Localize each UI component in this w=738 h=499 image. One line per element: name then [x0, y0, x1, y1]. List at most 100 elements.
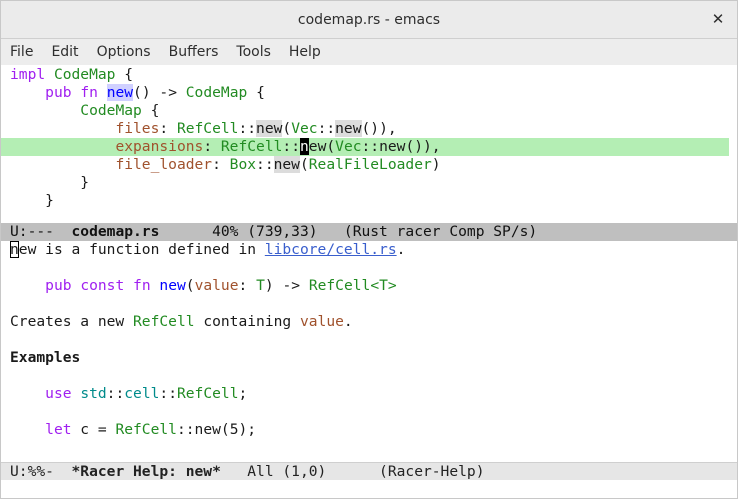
- menu-file[interactable]: File: [1, 39, 42, 65]
- code-text: ()),: [405, 138, 441, 155]
- type-name: RefCell: [133, 313, 195, 330]
- text-cursor: n: [299, 138, 309, 155]
- type-name: Vec: [335, 138, 362, 155]
- code-text: {: [115, 66, 134, 83]
- help-text: ;: [238, 385, 248, 402]
- type-name: RefCell: [115, 421, 177, 438]
- help-text: ::: [176, 421, 195, 438]
- code-text: :: [203, 138, 221, 155]
- help-line: Creates a new RefCell containing value.: [1, 313, 737, 331]
- symbol-new: new: [273, 156, 300, 173]
- help-text: .: [343, 313, 353, 330]
- mode-line-inactive[interactable]: U:%%- *Racer Help: new* All (1,0) (Racer…: [1, 462, 737, 480]
- keyword: fn: [133, 277, 151, 294]
- help-pane[interactable]: new is a function defined in libcore/cel…: [1, 241, 737, 439]
- help-text: (: [185, 277, 195, 294]
- code-text: :: [212, 156, 230, 173]
- module-name: cell: [124, 385, 160, 402]
- type-name: Vec: [291, 120, 318, 137]
- keyword: pub: [45, 277, 72, 294]
- title-bar: codemap.rs - emacs ✕: [1, 1, 737, 39]
- text-cursor: n: [10, 241, 19, 258]
- editor-pane-codemap[interactable]: impl CodeMap { pub fn new() -> CodeMap {…: [1, 66, 737, 210]
- help-text: ) ->: [264, 277, 309, 294]
- menu-edit[interactable]: Edit: [42, 39, 87, 65]
- keyword: impl: [10, 66, 46, 83]
- help-text: (5);: [220, 421, 257, 438]
- type-name: RefCell: [308, 277, 371, 294]
- type-name: CodeMap: [53, 66, 116, 83]
- keyword: let: [45, 421, 72, 438]
- help-text: c =: [71, 421, 116, 438]
- code-text: ::: [256, 156, 274, 173]
- code-text: ()),: [361, 120, 397, 137]
- code-line: }: [1, 192, 737, 210]
- help-text: :: [238, 277, 257, 294]
- help-line: pub const fn new(value: T) -> RefCell<T>: [1, 277, 737, 295]
- help-text: .: [396, 241, 406, 258]
- close-icon[interactable]: ✕: [709, 10, 727, 28]
- help-text: Creates a new: [10, 313, 134, 330]
- code-text: ::: [238, 120, 257, 137]
- menu-help[interactable]: Help: [280, 39, 330, 65]
- keyword: pub: [45, 84, 72, 101]
- major-modes: (Rust racer Comp SP/s): [343, 223, 538, 240]
- help-line: use std::cell::RefCell;: [1, 385, 737, 403]
- code-text: ::: [317, 120, 336, 137]
- type-name: RefCell: [176, 385, 239, 402]
- param-name: value: [299, 313, 344, 330]
- code-text: ::: [282, 138, 300, 155]
- mode-line-active[interactable]: U:--- codemap.rs 40% (739,33) (Rust race…: [1, 223, 737, 241]
- code-line: }: [1, 174, 737, 192]
- symbol-new: new: [335, 120, 362, 137]
- code-text: }: [80, 174, 90, 191]
- field-name: file_loader: [115, 156, 213, 173]
- code-line: impl CodeMap {: [1, 66, 737, 84]
- code-line: pub fn new() -> CodeMap {: [1, 84, 737, 102]
- code-text: :: [159, 120, 177, 137]
- menu-tools[interactable]: Tools: [227, 39, 280, 65]
- help-text: containing: [194, 313, 300, 330]
- function-name: new: [159, 277, 186, 294]
- code-text: (: [282, 120, 292, 137]
- code-line: file_loader: Box::new(RealFileLoader): [1, 156, 737, 174]
- buffer-position: 40% (739,33): [159, 223, 344, 240]
- code-text: () ->: [133, 84, 186, 101]
- type-name: CodeMap: [185, 84, 248, 101]
- code-text: ::: [361, 138, 380, 155]
- help-text: new: [194, 421, 221, 438]
- menu-options[interactable]: Options: [88, 39, 160, 65]
- field-name: expansions: [115, 138, 204, 155]
- menu-bar: File Edit Options Buffers Tools Help: [1, 39, 737, 65]
- code-text: (: [299, 156, 309, 173]
- code-line: files: RefCell::new(Vec::new()),: [1, 120, 737, 138]
- param-name: value: [194, 277, 239, 294]
- code-text: {: [247, 84, 265, 101]
- code-text: ew: [308, 138, 327, 155]
- buffer-state: U:%%-: [10, 463, 72, 480]
- source-link[interactable]: libcore/cell.rs: [265, 241, 397, 258]
- help-line: Examples: [1, 349, 737, 367]
- type-name: CodeMap: [80, 102, 142, 119]
- buffer-name: codemap.rs: [71, 223, 160, 240]
- buffer-position: All (1,0): [220, 463, 380, 480]
- major-modes: (Racer-Help): [379, 463, 485, 480]
- keyword: fn: [80, 84, 98, 101]
- code-text: new: [379, 138, 406, 155]
- emacs-window: codemap.rs - emacs ✕ File Edit Options B…: [0, 0, 738, 499]
- menu-buffers[interactable]: Buffers: [160, 39, 228, 65]
- window-title: codemap.rs - emacs: [297, 11, 441, 28]
